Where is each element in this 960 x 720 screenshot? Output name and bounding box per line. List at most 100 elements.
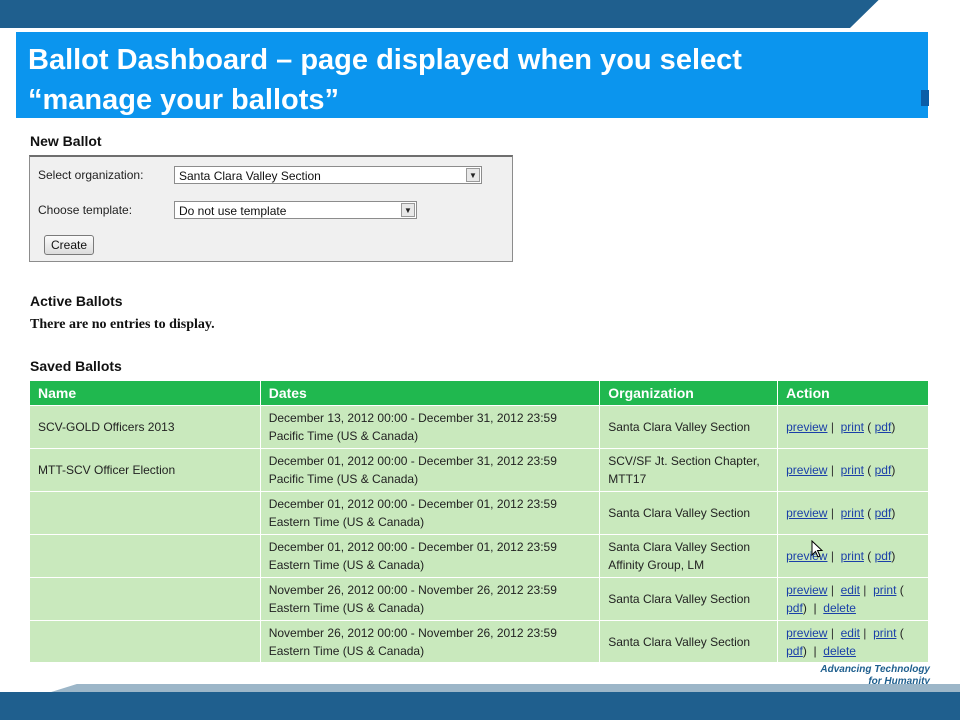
time-zone: Pacific Time (US & Canada) xyxy=(268,429,419,443)
ballot-name xyxy=(29,491,261,535)
org-line-1: Santa Clara Valley Section xyxy=(608,506,751,520)
pdf-link[interactable]: pdf xyxy=(875,463,892,477)
print-link[interactable]: print xyxy=(841,549,864,563)
preview-link[interactable]: preview xyxy=(786,626,827,640)
column-header-action: Action xyxy=(777,380,929,406)
time-zone: Pacific Time (US & Canada) xyxy=(268,472,419,486)
ballot-name xyxy=(29,534,261,578)
print-link[interactable]: print xyxy=(873,583,896,597)
preview-link[interactable]: preview xyxy=(786,463,827,477)
org-line-2: MTT17 xyxy=(608,472,647,486)
table-row: MTT-SCV Officer Election December 01, 20… xyxy=(29,448,929,492)
bottom-decorative-band xyxy=(0,692,960,720)
ballot-actions: preview | edit | print (pdf) | delete xyxy=(777,620,929,664)
table-cutoff xyxy=(0,662,960,682)
pdf-link[interactable]: pdf xyxy=(786,601,803,615)
column-header-organization: Organization xyxy=(599,380,779,406)
dropdown-arrow-icon[interactable]: ▼ xyxy=(466,168,480,182)
organization-select-value: Santa Clara Valley Section xyxy=(179,169,321,183)
table-row: SCV-GOLD Officers 2013 December 13, 2012… xyxy=(29,405,929,449)
org-line-1: Santa Clara Valley Section xyxy=(608,635,751,649)
title-line-1: Ballot Dashboard – page displayed when y… xyxy=(28,44,742,76)
table-row: November 26, 2012 00:00 - November 26, 2… xyxy=(29,577,929,621)
active-ballots-empty-text: There are no entries to display. xyxy=(30,317,215,332)
org-line-1: Santa Clara Valley Section xyxy=(608,420,751,434)
active-ballots-heading: Active Ballots xyxy=(30,293,123,309)
mouse-cursor-icon xyxy=(811,540,824,558)
org-line-1: SCV/SF Jt. Section Chapter, xyxy=(608,454,760,468)
org-label: Select organization: xyxy=(38,168,144,182)
print-link[interactable]: print xyxy=(841,420,864,434)
time-zone: Eastern Time (US & Canada) xyxy=(268,601,425,615)
ballot-actions: preview | edit | print (pdf) | delete xyxy=(777,577,929,621)
ballot-name xyxy=(29,577,261,621)
table-row: November 26, 2012 00:00 - November 26, 2… xyxy=(29,620,929,664)
title-accent xyxy=(921,90,929,106)
print-link[interactable]: print xyxy=(873,626,896,640)
template-label: Choose template: xyxy=(38,203,133,217)
time-zone: Eastern Time (US & Canada) xyxy=(268,644,425,658)
slide-title: Ballot Dashboard – page displayed when y… xyxy=(16,32,929,118)
org-line-1: Santa Clara Valley Section xyxy=(608,592,751,606)
column-header-name: Name xyxy=(29,380,261,406)
ballot-dates: December 01, 2012 00:00 - December 01, 2… xyxy=(259,534,601,578)
date-range: November 26, 2012 00:00 - November 26, 2… xyxy=(268,583,557,597)
ballot-actions: preview | print ( pdf) xyxy=(777,405,929,449)
ballot-organization: Santa Clara Valley Section Affinity Group… xyxy=(599,534,779,578)
tagline-line-1: Advancing Technology xyxy=(820,664,930,675)
table-row: December 01, 2012 00:00 - December 01, 2… xyxy=(29,491,929,535)
print-link[interactable]: print xyxy=(841,506,864,520)
org-line-2: Affinity Group, LM xyxy=(608,558,705,572)
ballot-organization: Santa Clara Valley Section xyxy=(599,577,779,621)
ballot-actions: preview | print ( pdf) xyxy=(777,491,929,535)
pdf-link[interactable]: pdf xyxy=(786,644,803,658)
saved-ballots-table: Name Dates Organization Action SCV-GOLD … xyxy=(29,380,929,664)
date-range: November 26, 2012 00:00 - November 26, 2… xyxy=(268,626,557,640)
dropdown-arrow-icon[interactable]: ▼ xyxy=(401,203,415,217)
top-decorative-band xyxy=(0,0,960,28)
ballot-dates: November 26, 2012 00:00 - November 26, 2… xyxy=(259,577,601,621)
ballot-name xyxy=(29,620,261,664)
create-button[interactable]: Create xyxy=(44,235,95,255)
table-row: December 01, 2012 00:00 - December 01, 2… xyxy=(29,534,929,578)
date-range: December 01, 2012 00:00 - December 01, 2… xyxy=(268,540,557,554)
time-zone: Eastern Time (US & Canada) xyxy=(268,558,425,572)
ballot-name: SCV-GOLD Officers 2013 xyxy=(29,405,261,449)
edit-link[interactable]: edit xyxy=(841,583,860,597)
saved-ballots-heading: Saved Ballots xyxy=(30,358,122,374)
date-range: December 13, 2012 00:00 - December 31, 2… xyxy=(268,411,557,425)
template-select[interactable]: Do not use template ▼ xyxy=(174,201,417,219)
delete-link[interactable]: delete xyxy=(823,644,856,658)
pdf-link[interactable]: pdf xyxy=(875,420,892,434)
ballot-organization: Santa Clara Valley Section xyxy=(599,405,779,449)
delete-link[interactable]: delete xyxy=(823,601,856,615)
ballot-dates: November 26, 2012 00:00 - November 26, 2… xyxy=(259,620,601,664)
print-link[interactable]: print xyxy=(841,463,864,477)
pdf-link[interactable]: pdf xyxy=(875,506,892,520)
pdf-link[interactable]: pdf xyxy=(875,549,892,563)
ballot-actions: preview | print ( pdf) xyxy=(777,448,929,492)
template-select-value: Do not use template xyxy=(179,204,287,218)
org-line-1: Santa Clara Valley Section xyxy=(608,540,751,554)
time-zone: Eastern Time (US & Canada) xyxy=(268,515,425,529)
title-line-2: “manage your ballots” xyxy=(28,84,340,116)
column-header-dates: Dates xyxy=(259,380,601,406)
ballot-dates: December 01, 2012 00:00 - December 01, 2… xyxy=(259,491,601,535)
date-range: December 01, 2012 00:00 - December 31, 2… xyxy=(268,454,557,468)
preview-link[interactable]: preview xyxy=(786,506,827,520)
preview-link[interactable]: preview xyxy=(786,420,827,434)
table-header-row: Name Dates Organization Action xyxy=(29,380,929,406)
ballot-organization: Santa Clara Valley Section xyxy=(599,620,779,664)
ballot-name: MTT-SCV Officer Election xyxy=(29,448,261,492)
ballot-organization: Santa Clara Valley Section xyxy=(599,491,779,535)
edit-link[interactable]: edit xyxy=(841,626,860,640)
preview-link[interactable]: preview xyxy=(786,583,827,597)
ballot-dates: December 13, 2012 00:00 - December 31, 2… xyxy=(259,405,601,449)
new-ballot-heading: New Ballot xyxy=(30,133,102,149)
ballot-actions: preview | print ( pdf) xyxy=(777,534,929,578)
new-ballot-form: Select organization: Santa Clara Valley … xyxy=(29,155,513,262)
ballot-organization: SCV/SF Jt. Section Chapter, MTT17 xyxy=(599,448,779,492)
ballot-dates: December 01, 2012 00:00 - December 31, 2… xyxy=(259,448,601,492)
organization-select[interactable]: Santa Clara Valley Section ▼ xyxy=(174,166,482,184)
date-range: December 01, 2012 00:00 - December 01, 2… xyxy=(268,497,557,511)
